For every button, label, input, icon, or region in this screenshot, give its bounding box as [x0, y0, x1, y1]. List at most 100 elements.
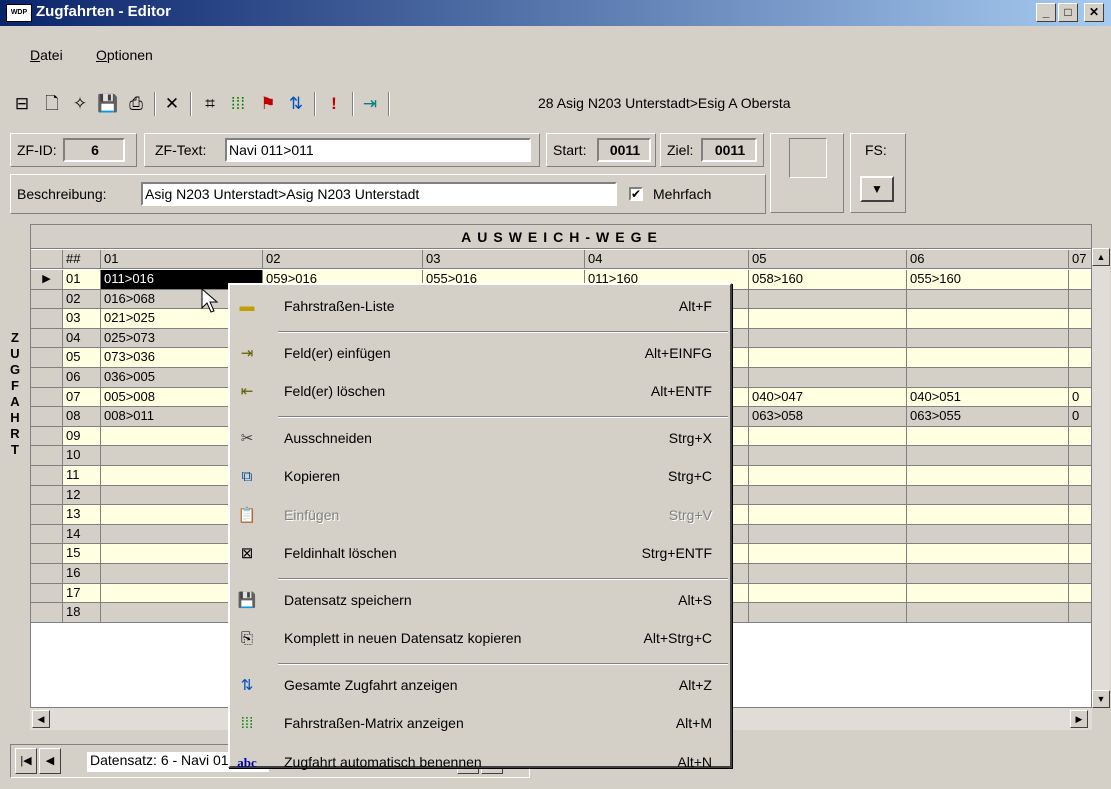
- row-selector[interactable]: [31, 446, 63, 466]
- grid-cell[interactable]: [749, 289, 907, 310]
- row-selector[interactable]: [31, 485, 63, 506]
- context-menu-item[interactable]: ⊠ Feldinhalt löschen Strg+ENTF: [230, 536, 730, 572]
- minimize-button[interactable]: _: [1036, 3, 1056, 22]
- grid-cell[interactable]: [1069, 446, 1091, 466]
- grid-cell[interactable]: [1069, 583, 1091, 604]
- row-selector[interactable]: [31, 426, 63, 447]
- grid-cell[interactable]: [749, 466, 907, 486]
- grid-cell[interactable]: [1069, 544, 1091, 564]
- context-menu-item[interactable]: ⁞⁞⁞ Fahrstraßen-Matrix anzeigen Alt+M: [230, 706, 730, 742]
- grid-cell[interactable]: [1069, 603, 1091, 623]
- new-document-icon[interactable]: 🗋: [40, 92, 64, 116]
- row-number-cell[interactable]: 16: [63, 564, 101, 584]
- delete-icon[interactable]: ✕: [160, 92, 184, 116]
- row-selector[interactable]: [31, 505, 63, 525]
- fs-dropdown-button[interactable]: ▼: [860, 176, 894, 202]
- grid-cell[interactable]: [749, 328, 907, 349]
- grid-cell[interactable]: [907, 564, 1069, 584]
- warning-icon[interactable]: !: [322, 92, 346, 116]
- row-selector[interactable]: [31, 466, 63, 486]
- grid-cell[interactable]: 063>058: [749, 407, 907, 427]
- grid-cell[interactable]: [749, 309, 907, 329]
- grid-cell[interactable]: 055>160: [907, 270, 1069, 290]
- row-selector[interactable]: [31, 407, 63, 427]
- grid-cell[interactable]: [907, 544, 1069, 564]
- row-selector[interactable]: ▶: [31, 270, 63, 290]
- grid-cell[interactable]: 040>051: [907, 387, 1069, 408]
- row-number-cell[interactable]: 05: [63, 348, 101, 368]
- grid-cell[interactable]: 063>055: [907, 407, 1069, 427]
- grid-cell[interactable]: [907, 328, 1069, 349]
- menu-datei[interactable]: Datei: [30, 47, 63, 63]
- first-record-button[interactable]: |◀: [15, 748, 37, 774]
- maximize-button[interactable]: □: [1058, 3, 1078, 22]
- row-selector[interactable]: [31, 603, 63, 623]
- context-menu-item[interactable]: ⇤ Feld(er) löschen Alt+ENTF: [230, 374, 730, 410]
- row-number-cell[interactable]: 06: [63, 368, 101, 388]
- column-header[interactable]: 05: [749, 250, 907, 269]
- column-header[interactable]: 01: [101, 250, 263, 269]
- context-menu-item[interactable]: ▬ Fahrstraßen-Liste Alt+F: [230, 289, 730, 325]
- mehrfach-checkbox[interactable]: ✔: [629, 187, 643, 201]
- row-number-cell[interactable]: 01: [63, 270, 101, 290]
- new-wizard-icon[interactable]: ✧: [68, 92, 92, 116]
- grid-cell[interactable]: [749, 485, 907, 506]
- grid-cell[interactable]: [1069, 564, 1091, 584]
- grid-cell[interactable]: [907, 505, 1069, 525]
- exit-icon[interactable]: ⇥: [358, 92, 382, 116]
- grid-cell[interactable]: [1069, 505, 1091, 525]
- row-number-cell[interactable]: 08: [63, 407, 101, 427]
- grid-cell[interactable]: [1069, 348, 1091, 368]
- column-header[interactable]: 03: [423, 250, 585, 269]
- context-menu-item[interactable]: ✂ Ausschneiden Strg+X: [230, 421, 730, 457]
- grid-cell[interactable]: [1069, 270, 1091, 290]
- close-button[interactable]: ✕: [1084, 3, 1104, 22]
- select-icon[interactable]: ⌗: [198, 92, 222, 116]
- grid-cell[interactable]: [907, 348, 1069, 368]
- scroll-up-button[interactable]: ▲: [1092, 248, 1110, 266]
- column-header[interactable]: 02: [263, 250, 423, 269]
- grid-cell[interactable]: [749, 544, 907, 564]
- row-number-cell[interactable]: 12: [63, 485, 101, 506]
- context-menu-item[interactable]: ⇅ Gesamte Zugfahrt anzeigen Alt+Z: [230, 668, 730, 704]
- grid-cell[interactable]: [749, 368, 907, 388]
- row-selector[interactable]: [31, 544, 63, 564]
- signal-icon[interactable]: ⚑: [256, 92, 280, 116]
- row-number-cell[interactable]: 10: [63, 446, 101, 466]
- grid-cell[interactable]: 040>047: [749, 387, 907, 408]
- column-header[interactable]: 04: [585, 250, 749, 269]
- context-menu-item[interactable]: abc Zugfahrt automatisch benennen Alt+N: [230, 745, 730, 781]
- row-selector[interactable]: [31, 348, 63, 368]
- context-menu-item[interactable]: ⧉ Kopieren Strg+C: [230, 459, 730, 495]
- column-header[interactable]: 06: [907, 250, 1069, 269]
- row-number-cell[interactable]: 15: [63, 544, 101, 564]
- grid-cell[interactable]: [749, 348, 907, 368]
- grid-cell[interactable]: [749, 505, 907, 525]
- grid-cell[interactable]: [749, 524, 907, 545]
- row-selector[interactable]: [31, 387, 63, 408]
- grid-cell[interactable]: [749, 426, 907, 447]
- scroll-down-button[interactable]: ▼: [1092, 690, 1110, 708]
- grid-cell[interactable]: [1069, 289, 1091, 310]
- grid-cell[interactable]: [749, 446, 907, 466]
- row-number-cell[interactable]: 18: [63, 603, 101, 623]
- layout-icon[interactable]: ⊟: [10, 92, 34, 116]
- grid-cell[interactable]: [907, 524, 1069, 545]
- previous-record-button[interactable]: ◀: [39, 748, 61, 774]
- grid-cell[interactable]: [907, 485, 1069, 506]
- grid-cell[interactable]: 0: [1069, 387, 1091, 408]
- column-header[interactable]: 07: [1069, 250, 1091, 269]
- row-number-cell[interactable]: 09: [63, 426, 101, 447]
- row-selector[interactable]: [31, 289, 63, 310]
- scroll-left-button[interactable]: ◀: [32, 710, 50, 728]
- row-number-cell[interactable]: 02: [63, 289, 101, 310]
- grid-cell[interactable]: [1069, 524, 1091, 545]
- matrix-icon[interactable]: ⁞⁞⁞: [226, 92, 250, 116]
- row-selector[interactable]: [31, 564, 63, 584]
- grid-cell[interactable]: [907, 446, 1069, 466]
- column-header[interactable]: ##: [63, 250, 101, 269]
- grid-cell[interactable]: [907, 466, 1069, 486]
- grid-cell[interactable]: [907, 309, 1069, 329]
- grid-cell[interactable]: [749, 583, 907, 604]
- grid-cell[interactable]: [749, 603, 907, 623]
